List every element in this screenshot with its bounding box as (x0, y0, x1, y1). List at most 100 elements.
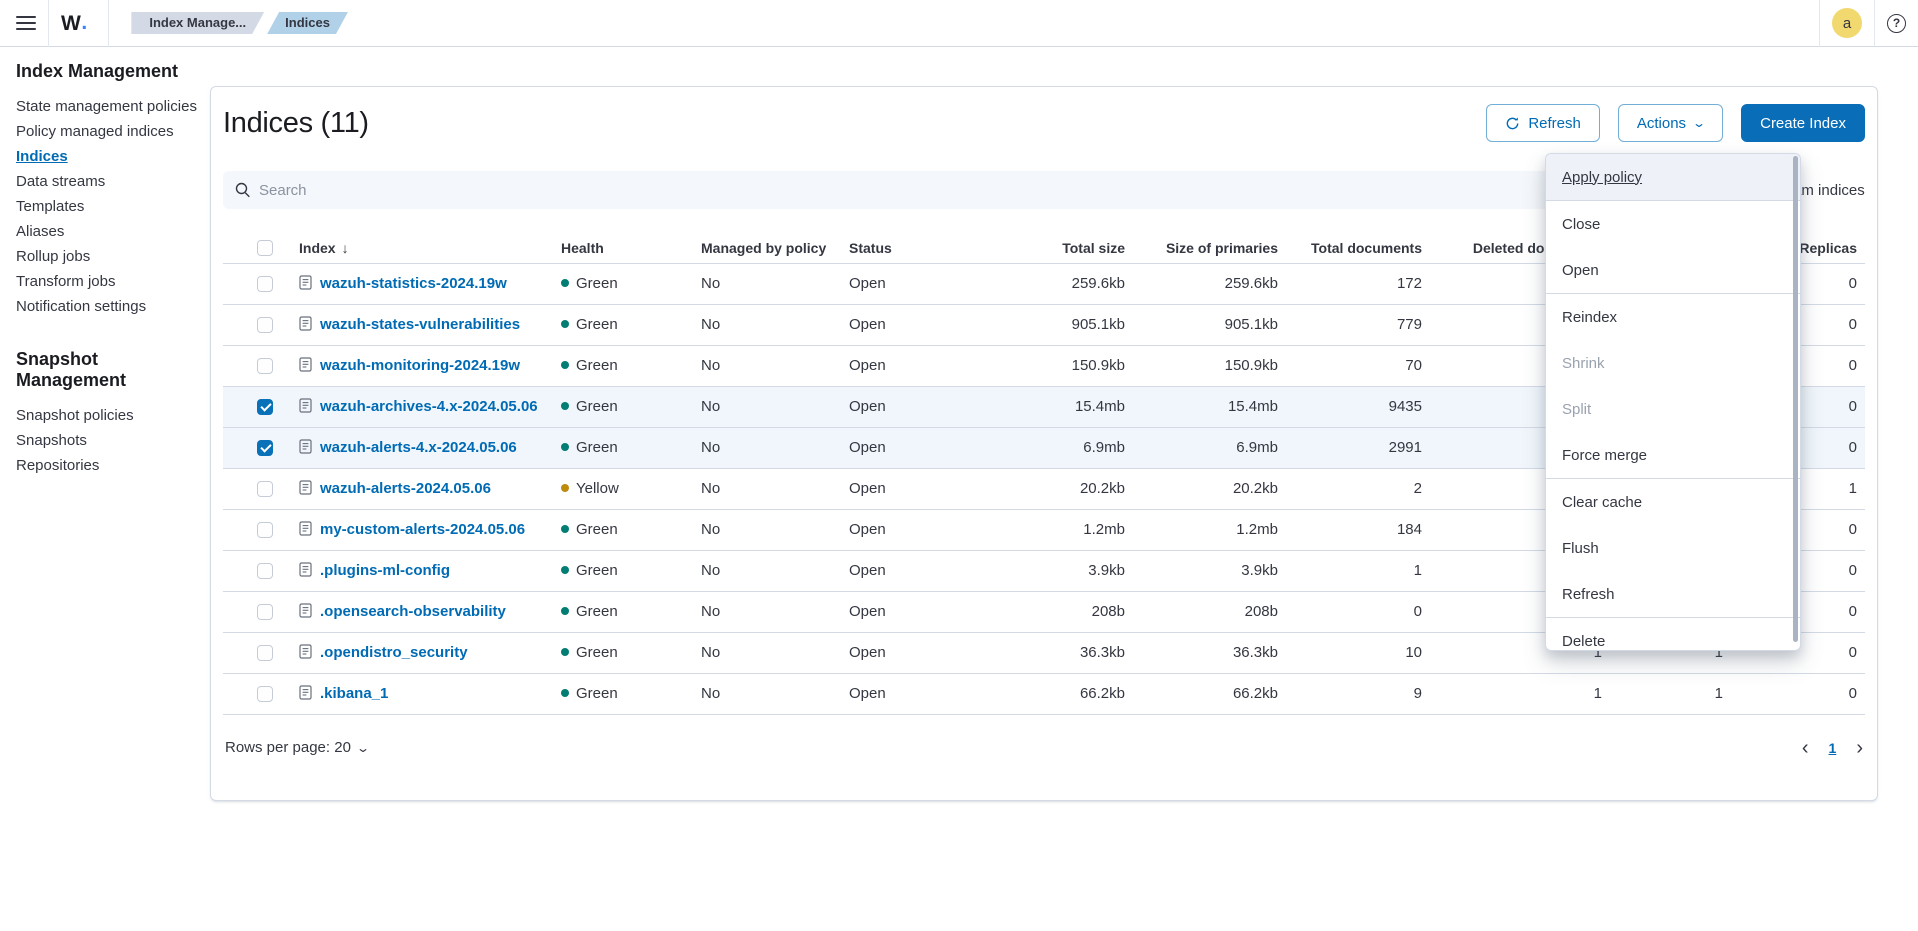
total-size-value: 6.9mb (971, 427, 1133, 468)
column-header-total-documents[interactable]: Total documents (1286, 233, 1430, 263)
menu-item[interactable]: Flush (1546, 525, 1800, 571)
previous-page-button[interactable]: ‹ (1802, 738, 1809, 758)
next-page-button[interactable]: › (1856, 738, 1863, 758)
index-link[interactable]: .opensearch-observability (320, 603, 506, 620)
row-checkbox[interactable] (257, 604, 273, 620)
menu-item[interactable]: Clear cache (1546, 479, 1800, 525)
row-checkbox[interactable] (257, 481, 273, 497)
row-checkbox[interactable] (257, 358, 273, 374)
total-size-value: 3.9kb (971, 550, 1133, 591)
health-value: Green (576, 357, 618, 374)
column-header-size-of-primaries[interactable]: Size of primaries (1133, 233, 1286, 263)
sidebar-item[interactable]: Templates (16, 194, 192, 219)
index-link[interactable]: wazuh-statistics-2024.19w (320, 275, 507, 292)
deleted-documents-value: 1 (1430, 673, 1610, 714)
sidebar-item-label: Data streams (16, 173, 105, 190)
index-link[interactable]: wazuh-alerts-2024.05.06 (320, 480, 491, 497)
help-icon[interactable]: ? (1887, 14, 1906, 33)
menu-item[interactable]: Open (1546, 247, 1800, 293)
sidebar-item[interactable]: Transform jobs (16, 269, 192, 294)
total-documents-value: 70 (1286, 345, 1430, 386)
status-value: Open (841, 550, 971, 591)
managed-by-policy-value: No (693, 673, 841, 714)
row-checkbox[interactable] (257, 686, 273, 702)
index-link[interactable]: wazuh-alerts-4.x-2024.05.06 (320, 439, 517, 456)
total-size-value: 150.9kb (971, 345, 1133, 386)
index-link[interactable]: .kibana_1 (320, 685, 388, 702)
row-checkbox[interactable] (257, 276, 273, 292)
managed-by-policy-value: No (693, 386, 841, 427)
actions-button[interactable]: Actions ⌄ (1618, 104, 1723, 142)
replicas-value: 0 (1731, 673, 1865, 714)
menu-item[interactable]: Apply policy (1546, 154, 1800, 200)
breadcrumb-indices[interactable]: Indices (267, 12, 348, 34)
user-avatar[interactable]: a (1832, 8, 1862, 38)
select-all-checkbox[interactable] (257, 240, 273, 256)
column-header-index[interactable]: Index↓ (291, 233, 553, 263)
menu-item[interactable]: Close (1546, 201, 1800, 247)
menu-item[interactable]: Split (1546, 386, 1800, 432)
sidebar-item[interactable]: Rollup jobs (16, 244, 192, 269)
chevron-down-icon: ⌄ (1692, 116, 1706, 130)
health-dot-icon (561, 320, 569, 328)
row-checkbox[interactable] (257, 645, 273, 661)
search-input[interactable] (259, 182, 1623, 199)
menu-item[interactable]: Force merge (1546, 432, 1800, 478)
wazuh-logo[interactable]: W. (61, 11, 96, 36)
index-link[interactable]: .plugins-ml-config (320, 562, 450, 579)
search-field[interactable] (223, 171, 1635, 209)
size-of-primaries-value: 1.2mb (1133, 509, 1286, 550)
total-size-value: 20.2kb (971, 468, 1133, 509)
health-value: Green (576, 685, 618, 702)
status-value: Open (841, 427, 971, 468)
column-header-health[interactable]: Health (553, 233, 693, 263)
create-index-button[interactable]: Create Index (1741, 104, 1865, 142)
menu-hamburger-icon[interactable] (16, 16, 36, 30)
sidebar-item[interactable]: State management policies (16, 94, 192, 119)
chevron-down-icon: ⌄ (356, 741, 370, 755)
health-value: Green (576, 439, 618, 456)
dropdown-scrollbar[interactable] (1793, 156, 1798, 642)
row-checkbox[interactable] (257, 563, 273, 579)
row-checkbox[interactable] (257, 317, 273, 333)
health-value: Green (576, 562, 618, 579)
refresh-button[interactable]: Refresh (1486, 104, 1600, 142)
top-bar: W. Index Manage... Indices a ? (0, 0, 1918, 47)
sidebar-item[interactable]: Aliases (16, 219, 192, 244)
row-checkbox[interactable] (257, 522, 273, 538)
health-dot-icon (561, 402, 569, 410)
sidebar-item[interactable]: Notification settings (16, 294, 192, 319)
menu-item[interactable]: Shrink (1546, 340, 1800, 386)
sidebar-item[interactable]: Policy managed indices (16, 119, 192, 144)
index-link[interactable]: .opendistro_security (320, 644, 468, 661)
menu-item[interactable]: Refresh (1546, 571, 1800, 617)
total-size-value: 259.6kb (971, 263, 1133, 304)
sidebar-item[interactable]: Data streams (16, 169, 192, 194)
row-checkbox[interactable] (257, 399, 273, 415)
column-header-managed-by-policy[interactable]: Managed by policy (693, 233, 841, 263)
column-header-status[interactable]: Status (841, 233, 971, 263)
index-link[interactable]: wazuh-monitoring-2024.19w (320, 357, 520, 374)
menu-item[interactable]: Reindex (1546, 294, 1800, 340)
menu-item[interactable]: Delete (1546, 618, 1800, 651)
rows-per-page-control[interactable]: Rows per page: 20 ⌄ (225, 739, 368, 756)
sidebar-item[interactable]: Indices (16, 144, 192, 169)
topbar-divider (1819, 0, 1820, 47)
breadcrumb-index-management[interactable]: Index Manage... (131, 12, 264, 34)
page-number-1[interactable]: 1 (1829, 740, 1837, 756)
sidebar-index-management-list: State management policies Policy managed… (16, 94, 192, 319)
sidebar-snapshot-management-list: Snapshot policies Snapshots Repositories (16, 403, 192, 478)
row-checkbox[interactable] (257, 440, 273, 456)
index-link[interactable]: wazuh-states-vulnerabilities (320, 316, 520, 333)
sidebar-item[interactable]: Snapshot policies (16, 403, 192, 428)
sidebar-item-label: State management policies (16, 98, 197, 115)
sidebar-item[interactable]: Snapshots (16, 428, 192, 453)
index-link[interactable]: my-custom-alerts-2024.05.06 (320, 521, 525, 538)
page-title: Indices (11) (223, 101, 369, 145)
health-value: Green (576, 316, 618, 333)
status-value: Open (841, 591, 971, 632)
status-value: Open (841, 263, 971, 304)
index-link[interactable]: wazuh-archives-4.x-2024.05.06 (320, 398, 538, 415)
sidebar-item[interactable]: Repositories (16, 453, 192, 478)
column-header-total-size[interactable]: Total size (971, 233, 1133, 263)
